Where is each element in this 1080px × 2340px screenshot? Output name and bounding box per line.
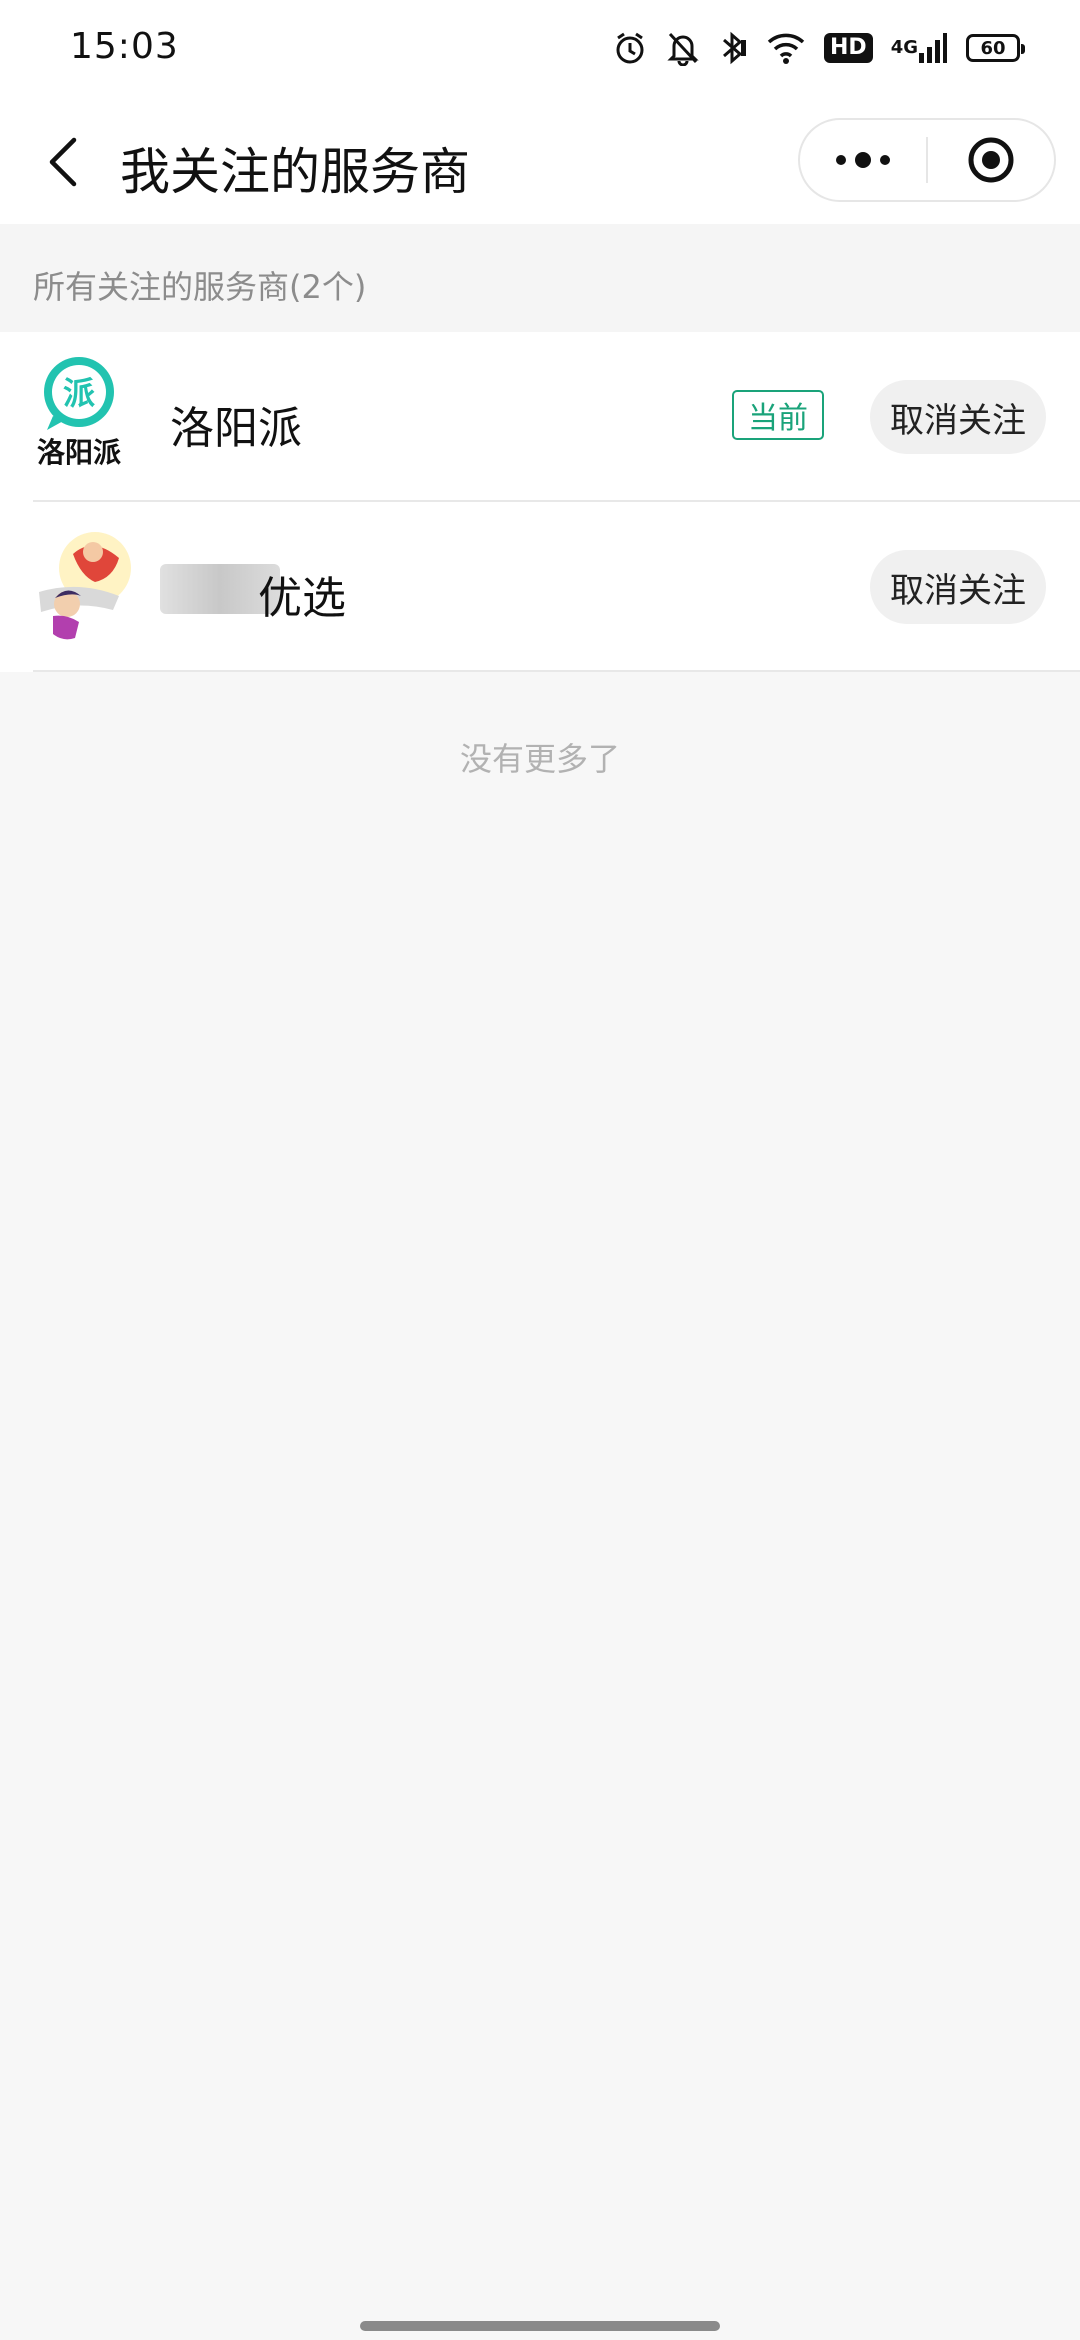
nav-bar: 我关注的服务商	[0, 100, 1080, 224]
wifi-icon	[766, 28, 806, 68]
provider-name: 洛阳派	[170, 403, 302, 454]
status-bar: 15:03 HD 4G 60	[0, 0, 1080, 100]
status-icons: HD 4G 60	[612, 28, 1025, 68]
provider-item[interactable]: 优选 取消关注	[0, 502, 1080, 672]
unfollow-button[interactable]: 取消关注	[870, 380, 1046, 454]
hd-icon: HD	[824, 28, 873, 68]
no-more-text: 没有更多了	[459, 740, 620, 778]
close-button[interactable]	[928, 120, 1054, 200]
provider-avatar	[33, 524, 145, 650]
battery-icon: 60	[966, 28, 1025, 68]
section-header: 所有关注的服务商(2个)	[0, 224, 1080, 332]
alarm-icon	[612, 28, 648, 68]
mini-program-capsule	[798, 118, 1056, 202]
more-dots-icon	[836, 152, 890, 168]
provider-item[interactable]: 派 洛阳派 洛阳派 当前 取消关注	[0, 332, 1080, 502]
back-chevron-icon	[49, 137, 77, 187]
network-type: 4G	[890, 37, 918, 58]
provider-name: 优选	[258, 573, 346, 624]
bluetooth-icon	[718, 28, 748, 68]
provider-list: 派 洛阳派 洛阳派 当前 取消关注 优选 取消关注	[0, 332, 1080, 672]
home-indicator[interactable]	[360, 2321, 720, 2331]
section-title: 所有关注的服务商(2个)	[33, 268, 367, 306]
page-title: 我关注的服务商	[120, 143, 470, 201]
unfollow-button[interactable]: 取消关注	[870, 550, 1046, 624]
divider	[33, 670, 1080, 672]
logo-text: 洛阳派	[37, 436, 121, 469]
logo-mark: 派	[63, 374, 95, 412]
battery-level: 60	[966, 34, 1025, 62]
back-button[interactable]	[30, 126, 94, 198]
signal-icon: 4G	[891, 28, 948, 68]
status-time: 15:03	[70, 26, 179, 67]
mute-bell-icon	[666, 28, 700, 68]
current-badge: 当前	[732, 390, 824, 440]
target-close-icon	[968, 137, 1014, 183]
more-button[interactable]	[800, 120, 926, 200]
provider-logo: 派 洛阳派	[33, 354, 145, 480]
